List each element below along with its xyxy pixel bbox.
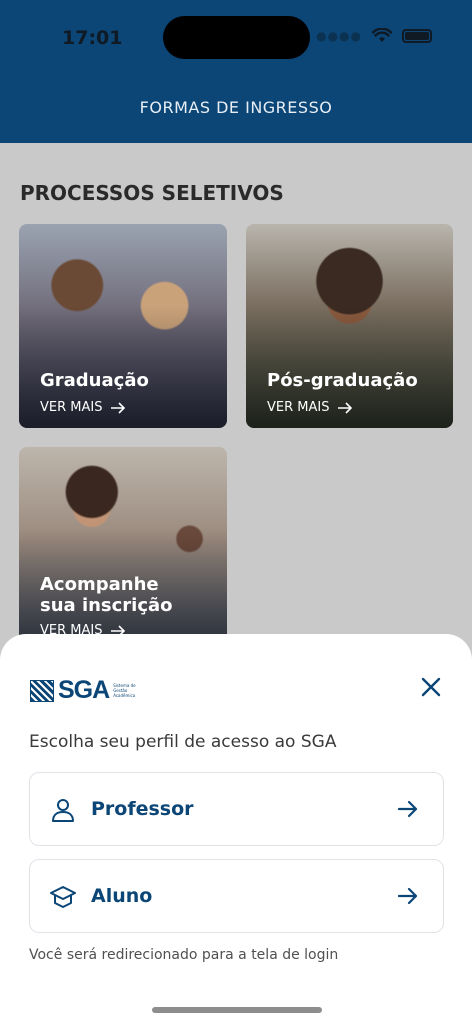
ver-mais-link[interactable]: VER MAIS (267, 400, 353, 415)
close-icon[interactable] (420, 676, 442, 698)
card-pos-graduacao[interactable]: Pós-graduação VER MAIS (246, 224, 453, 428)
section-title: PROCESSOS SELETIVOS (20, 181, 284, 205)
option-label: Professor (91, 798, 194, 820)
ver-mais-link[interactable]: VER MAIS (40, 400, 126, 415)
arrow-right-icon (338, 401, 353, 414)
ver-mais-label: VER MAIS (267, 400, 330, 415)
arrow-right-icon (111, 401, 126, 414)
card-title: Graduação (40, 370, 149, 391)
person-icon (52, 799, 74, 822)
status-icons: ●●●● (316, 28, 432, 43)
sga-logo: SGA Sistema de Gestão Acadêmica (30, 676, 143, 705)
option-label: Aluno (91, 885, 153, 907)
profile-bottom-sheet: SGA Sistema de Gestão Acadêmica Escolha … (0, 634, 472, 1024)
battery-icon (402, 28, 432, 43)
arrow-right-icon (397, 800, 418, 818)
aluno-option[interactable]: Aluno (29, 859, 444, 933)
redirect-note: Você será redirecionado para a tela de l… (29, 947, 339, 963)
signal-icon: ●●●● (316, 28, 362, 43)
sga-logo-subtitle: Sistema de Gestão Acadêmica (113, 683, 136, 698)
status-time: 17:01 (62, 27, 123, 49)
graduation-cap-icon (50, 886, 76, 908)
card-graduacao[interactable]: Graduação VER MAIS (19, 224, 227, 428)
professor-option[interactable]: Professor (29, 772, 444, 846)
arrow-right-icon (397, 887, 418, 905)
home-indicator (152, 1007, 322, 1013)
wifi-icon (372, 28, 392, 42)
ver-mais-label: VER MAIS (40, 400, 103, 415)
sheet-title: Escolha seu perfil de acesso ao SGA (29, 732, 337, 752)
card-acompanhe-inscricao[interactable]: Acompanhe sua inscrição VER MAIS (19, 447, 227, 651)
app-header: 17:01 ●●●● FORMAS DE INGRESSO (0, 0, 472, 143)
sga-logo-text: SGA (58, 676, 110, 704)
page-title: FORMAS DE INGRESSO (139, 98, 333, 117)
card-title: Pós-graduação (267, 370, 418, 391)
card-title: Acompanhe sua inscrição (40, 574, 173, 616)
dynamic-island (163, 16, 310, 59)
sga-logo-mark (30, 679, 54, 702)
